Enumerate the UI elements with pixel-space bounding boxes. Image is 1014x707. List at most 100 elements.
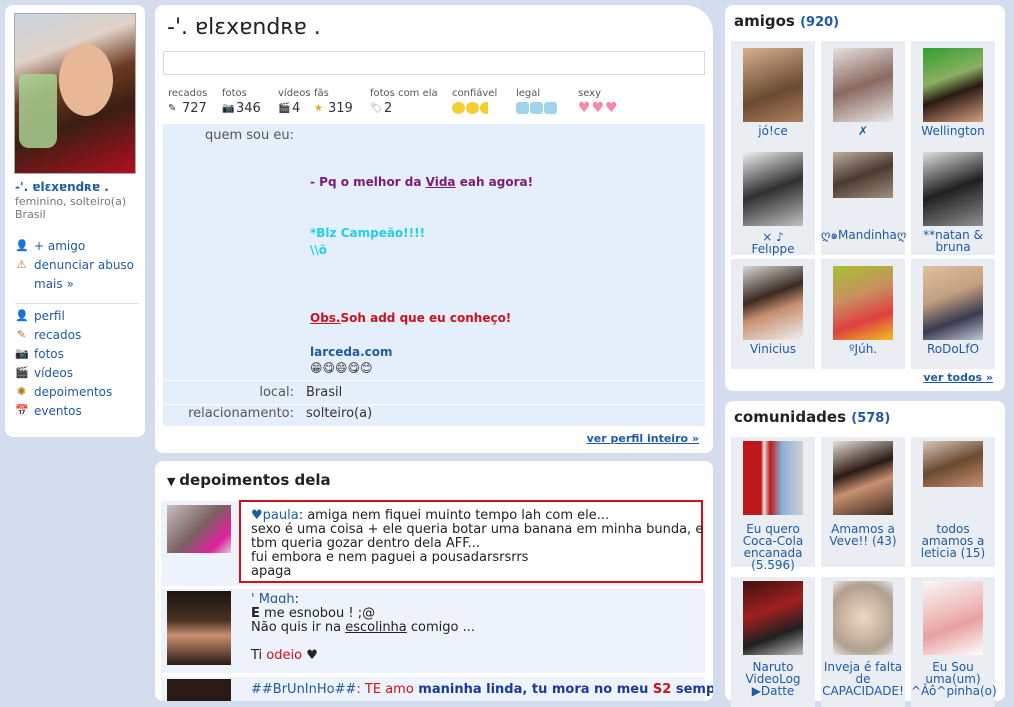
nav-events[interactable]: 📅 eventos xyxy=(15,401,143,420)
profile-sidebar: -'. ɐlɛxɐndʀɐ . feminino, solteiro(a) Br… xyxy=(5,5,145,437)
site-link[interactable]: larceda.com xyxy=(310,344,700,361)
community-name[interactable]: Inveja é falta de CAPACIDADE! xyxy=(821,661,905,697)
friend-tile[interactable]: ✗ xyxy=(821,41,905,151)
friend-tile[interactable]: jó!ce xyxy=(731,41,815,151)
friend-name[interactable]: jó!ce xyxy=(731,125,815,137)
friend-tile[interactable]: ºJúh. xyxy=(821,259,905,369)
communities-title[interactable]: comunidades xyxy=(734,408,846,426)
community-name[interactable]: Eu Sou uma(um) ^Âô^pinha(o) xyxy=(911,661,997,697)
friend-tile[interactable]: RoDoLfO xyxy=(911,259,995,369)
communities-count: (578) xyxy=(851,411,891,426)
stat-value: 319 xyxy=(328,101,353,116)
add-friend-link[interactable]: 👤 + amigo xyxy=(15,236,143,255)
community-photo xyxy=(743,441,803,515)
ice-cube-icon xyxy=(516,102,529,114)
testimonials-header[interactable]: ▼ depoimentos dela xyxy=(167,471,331,489)
stat-videos[interactable]: vídeos 🎬 4 xyxy=(278,89,314,117)
friend-photo xyxy=(743,152,803,226)
pencil-icon: ✎ xyxy=(168,103,177,114)
photo-cup-shape xyxy=(19,74,57,148)
nav-label: fotos xyxy=(34,346,64,361)
user-icon: 👤 xyxy=(15,309,29,322)
testimonial-author-photo[interactable] xyxy=(167,591,231,665)
about-line2: *Blz Campeão!!!! xyxy=(310,226,426,240)
community-tile[interactable]: Eu quero Coca-Cola encanada (5.596) xyxy=(731,437,815,571)
friend-name[interactable]: **natan & bruna xyxy=(911,229,995,253)
nav-photos[interactable]: 📷 fotos xyxy=(15,344,143,363)
report-abuse-icon: ⚠ xyxy=(16,258,27,271)
profile-photo[interactable] xyxy=(14,13,136,174)
friends-title[interactable]: amigos xyxy=(734,12,795,30)
friend-name[interactable]: RoDoLfO xyxy=(911,343,995,355)
friend-tile[interactable]: Wellington xyxy=(911,41,995,151)
friend-name[interactable]: Vinicius xyxy=(731,343,815,355)
status-message-box xyxy=(163,51,705,75)
testimonial-author[interactable]: ##BrUnInHo## xyxy=(251,682,356,697)
community-name[interactable]: todos amamos a leticia (15) xyxy=(911,523,995,559)
friend-tile[interactable]: ღ๑Mandinhaღ xyxy=(821,145,906,255)
friend-tile[interactable]: Vinicius xyxy=(731,259,815,369)
escolinha-link[interactable]: escolinha xyxy=(345,620,407,635)
blank-icon xyxy=(15,277,28,290)
local-row: local: Brasil xyxy=(163,385,705,400)
ice-cube-icon xyxy=(530,102,543,114)
more-link[interactable]: mais » xyxy=(15,274,143,293)
friend-name[interactable]: × ♪ Felıppe xyxy=(731,231,815,255)
community-tile[interactable]: todos amamos a leticia (15) xyxy=(911,437,995,567)
stat-value: 4 xyxy=(292,101,301,116)
stat-scraps[interactable]: recados ✎ 727 xyxy=(168,89,222,117)
friend-name[interactable]: Wellington xyxy=(911,125,995,137)
stat-fans[interactable]: fãs ★ 319 xyxy=(314,89,370,117)
friend-name[interactable]: ღ๑Mandinhaღ xyxy=(821,229,906,241)
friend-tile[interactable]: **natan & bruna xyxy=(911,145,995,255)
friend-name[interactable]: ✗ xyxy=(821,125,905,137)
nav-label: perfil xyxy=(34,308,65,323)
friend-tile[interactable]: × ♪ Felıppe xyxy=(731,145,815,255)
stat-photos[interactable]: fotos 📷 346 xyxy=(222,89,278,117)
testimonial-line: fui embora e nem paguei a pousadarsrsrrs xyxy=(251,550,529,565)
nav-scraps[interactable]: ✎ recados xyxy=(15,325,143,344)
about-section: quem sou eu: - Pq o melhor da Vida eah a… xyxy=(163,124,705,426)
testimonial-item: ##BrUnInHo##: TE amo maninha linda, tu m… xyxy=(161,677,713,701)
community-name[interactable]: Naruto VideoLog ▶Datte xyxy=(731,661,815,697)
nav-profile[interactable]: 👤 perfil xyxy=(15,306,143,325)
profile-gender-status: feminino, solteiro(a) xyxy=(15,195,127,208)
testimonial-author[interactable]: ' Mɑɑh xyxy=(251,592,295,607)
obs-link[interactable]: Obs. xyxy=(310,311,341,325)
testimonial-author-photo[interactable] xyxy=(167,679,231,701)
community-tile[interactable]: Inveja é falta de CAPACIDADE! xyxy=(821,577,905,707)
profile-name[interactable]: -'. ɐlɛxɐndʀɐ . xyxy=(15,180,109,194)
see-full-profile-link[interactable]: ver perfil inteiro » xyxy=(587,432,699,445)
community-name[interactable]: Eu quero Coca-Cola encanada (5.596) xyxy=(731,523,815,571)
smiley-icon xyxy=(480,102,488,114)
about-line1: - Pq o melhor da Vida eah agora! xyxy=(310,175,534,189)
relationship-row: relacionamento: solteiro(a) xyxy=(163,406,705,421)
see-all-friends-link[interactable]: ver todos » xyxy=(923,371,993,384)
community-tile[interactable]: Naruto VideoLog ▶Datte xyxy=(731,577,815,707)
friends-header: amigos (920) xyxy=(734,12,839,30)
community-photo xyxy=(833,581,893,655)
testimonial-author-photo[interactable] xyxy=(167,505,231,553)
friend-photo xyxy=(743,266,803,340)
friend-name[interactable]: ºJúh. xyxy=(821,343,905,355)
profile-main: -'. ɐlɛxɐndʀɐ . recados ✎ 727 fotos 📷 346 … xyxy=(155,5,713,453)
add-friend-icon: 👤 xyxy=(15,239,29,252)
report-abuse-link[interactable]: ⚠ denunciar abuso xyxy=(15,255,143,274)
about-vida-link[interactable]: Vida xyxy=(426,175,456,189)
community-tile[interactable]: Eu Sou uma(um) ^Âô^pinha(o) xyxy=(911,577,997,707)
rating-sexy: sexy ♥ ♥ ♥ xyxy=(578,89,638,116)
relationship-label: relacionamento: xyxy=(188,406,294,421)
about-row: quem sou eu: xyxy=(163,128,705,143)
stat-photos-with-her[interactable]: fotos com ela 🏷 2 xyxy=(370,89,452,117)
community-name[interactable]: Amamos a Veve!! (43) xyxy=(821,523,905,547)
divider xyxy=(163,380,705,381)
smiley-icons xyxy=(452,102,516,114)
nav-testimonials[interactable]: ✺ depoimentos xyxy=(15,382,143,401)
heart-icon: ♥ xyxy=(605,100,618,116)
testimonial-item: ' Mɑɑh: E me esnobou ! ;@ Não quis ir na… xyxy=(161,589,705,673)
communities-header: comunidades (578) xyxy=(734,408,890,426)
testimonial-line: sexo é uma coisa + ele queria botar uma … xyxy=(251,522,704,537)
nav-videos[interactable]: 🎬 vídeos xyxy=(15,363,143,382)
testimonial-author[interactable]: ♥paula xyxy=(251,508,299,523)
community-tile[interactable]: Amamos a Veve!! (43) xyxy=(821,437,905,567)
